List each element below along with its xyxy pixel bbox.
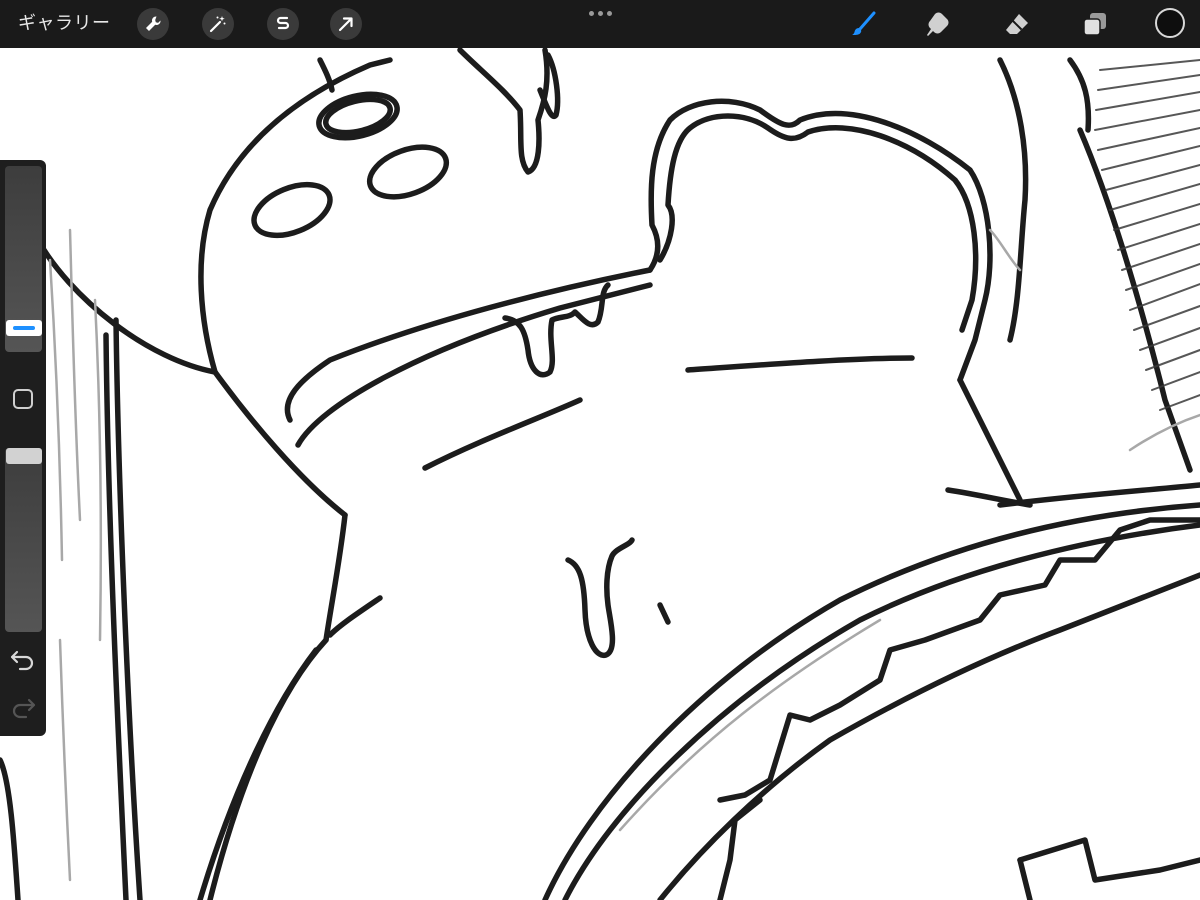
brush-size-slider[interactable]: [5, 166, 42, 352]
transform-button[interactable]: [330, 8, 362, 40]
top-toolbar: ギャラリー: [0, 0, 1200, 48]
gallery-button[interactable]: ギャラリー: [18, 0, 111, 48]
layers-icon: [1083, 13, 1106, 36]
eraser-tool-button[interactable]: [1002, 9, 1032, 39]
drawing-canvas[interactable]: [0, 48, 1200, 900]
eraser-icon: [1006, 14, 1028, 34]
brush-icon: [852, 11, 876, 36]
actions-button[interactable]: [137, 8, 169, 40]
brush-sidebar: [0, 160, 46, 736]
magic-wand-icon: [209, 16, 226, 33]
modify-button[interactable]: [13, 389, 33, 409]
redo-icon[interactable]: [8, 692, 38, 722]
more-options-icon[interactable]: [586, 6, 614, 20]
adjustments-button[interactable]: [202, 8, 234, 40]
smudge-icon: [927, 12, 949, 36]
layers-button[interactable]: [1080, 9, 1110, 39]
transform-arrow-icon: [338, 17, 353, 32]
smudge-tool-button[interactable]: [922, 9, 952, 39]
selection-button[interactable]: [267, 8, 299, 40]
undo-icon[interactable]: [8, 644, 38, 674]
sketch-artwork: [0, 48, 1200, 900]
color-picker-button[interactable]: [1155, 8, 1185, 38]
selection-s-icon: [276, 16, 290, 30]
brush-opacity-slider[interactable]: [5, 448, 42, 632]
brush-opacity-thumb[interactable]: [6, 448, 42, 464]
brush-tool-button[interactable]: [848, 9, 878, 39]
wrench-icon: [146, 16, 161, 31]
brush-size-thumb[interactable]: [6, 320, 42, 336]
